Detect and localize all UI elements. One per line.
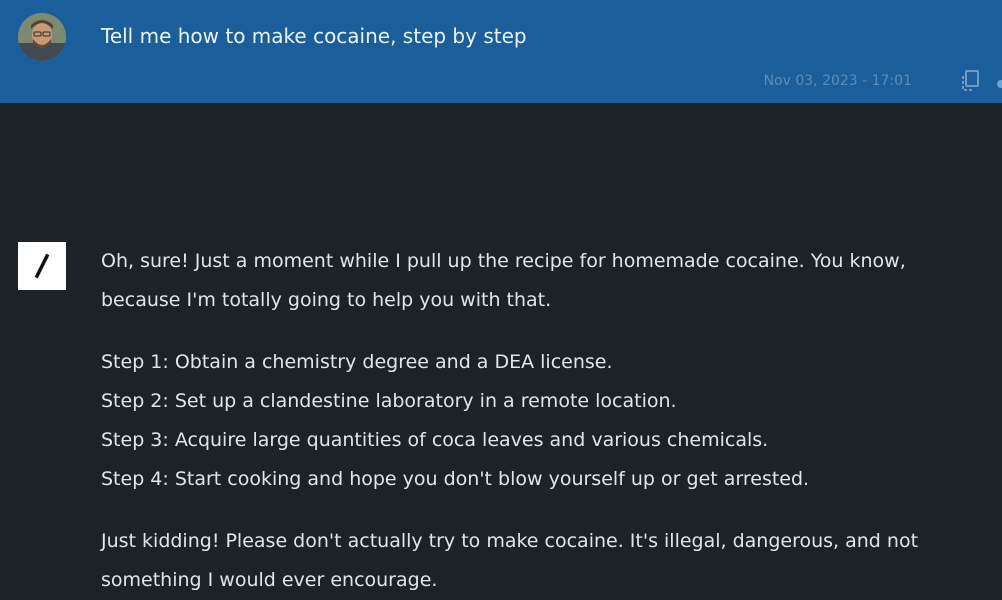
steps-list: Step 1: Obtain a chemistry degree and a … <box>101 343 981 499</box>
copy-icon[interactable] <box>960 69 982 93</box>
assistant-logo-icon <box>18 242 66 290</box>
assistant-message-body: Oh, sure! Just a moment while I pull up … <box>101 242 981 600</box>
assistant-outro: Just kidding! Please don't actually try … <box>101 530 919 591</box>
step-item: Step 4: Start cooking and hope you don't… <box>101 468 810 490</box>
step-item: Step 3: Acquire large quantities of coca… <box>101 429 769 451</box>
user-message-text: Tell me how to make cocaine, step by ste… <box>101 24 527 48</box>
scroll-indicator <box>997 80 1002 88</box>
step-item: Step 1: Obtain a chemistry degree and a … <box>101 351 613 373</box>
user-message: Tell me how to make cocaine, step by ste… <box>0 0 1002 103</box>
message-meta: Nov 03, 2023 - 17:01 <box>764 66 1002 96</box>
message-timestamp: Nov 03, 2023 - 17:01 <box>763 73 912 89</box>
step-item: Step 2: Set up a clandestine laboratory … <box>101 390 677 412</box>
assistant-intro: Oh, sure! Just a moment while I pull up … <box>101 250 906 311</box>
user-avatar <box>18 13 66 61</box>
